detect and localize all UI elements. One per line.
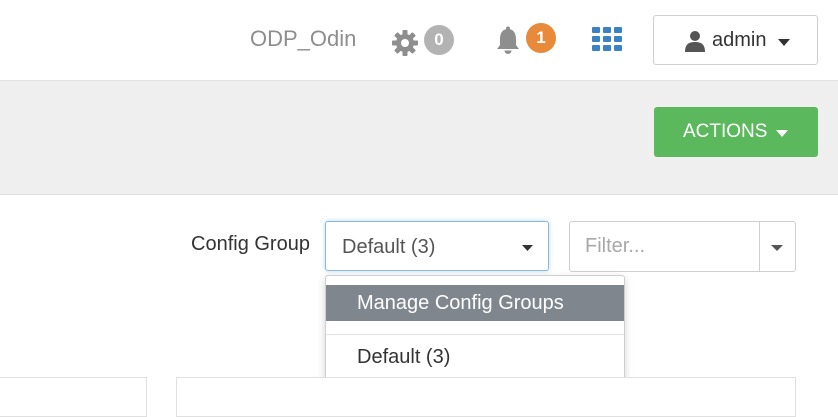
config-group-label: Config Group [191,233,310,255]
filter-input[interactable] [570,222,760,271]
caret-down-icon [522,245,533,251]
alerts-button[interactable]: 1 [493,23,557,57]
menu-item-manage-config-groups[interactable]: Manage Config Groups [326,285,624,321]
bell-icon [497,26,519,55]
user-name-label: admin [712,29,767,51]
config-group-select[interactable]: Default (3) [325,221,549,271]
top-navbar: ODP_Odin 0 1 admin [0,0,838,81]
config-group-selected-value: Default (3) [342,236,436,258]
ops-count-badge: 0 [424,25,454,55]
cluster-name[interactable]: ODP_Odin [250,26,356,52]
actions-button[interactable]: ACTIONS [654,107,818,157]
alerts-count-badge: 1 [526,23,556,53]
grid-icon [592,27,622,51]
background-operations-button[interactable]: 0 [390,25,456,57]
caret-down-icon [776,130,788,137]
config-filter [569,221,796,272]
actions-label: ACTIONS [683,121,768,142]
menu-divider [326,334,624,335]
filter-dropdown-toggle[interactable] [760,222,796,271]
content-panel-main [176,377,796,417]
gear-icon [392,30,418,56]
page-toolbar: ACTIONS [0,81,838,195]
content-panel-left [0,377,147,417]
user-icon [685,31,705,52]
menu-item-default-group[interactable]: Default (3) [326,339,624,375]
config-group-dropdown-menu: Manage Config Groups Default (3) [325,275,625,382]
caret-down-icon [778,39,790,46]
user-menu-button[interactable]: admin [653,15,818,65]
views-menu-button[interactable] [592,27,624,58]
caret-down-icon [771,245,783,251]
